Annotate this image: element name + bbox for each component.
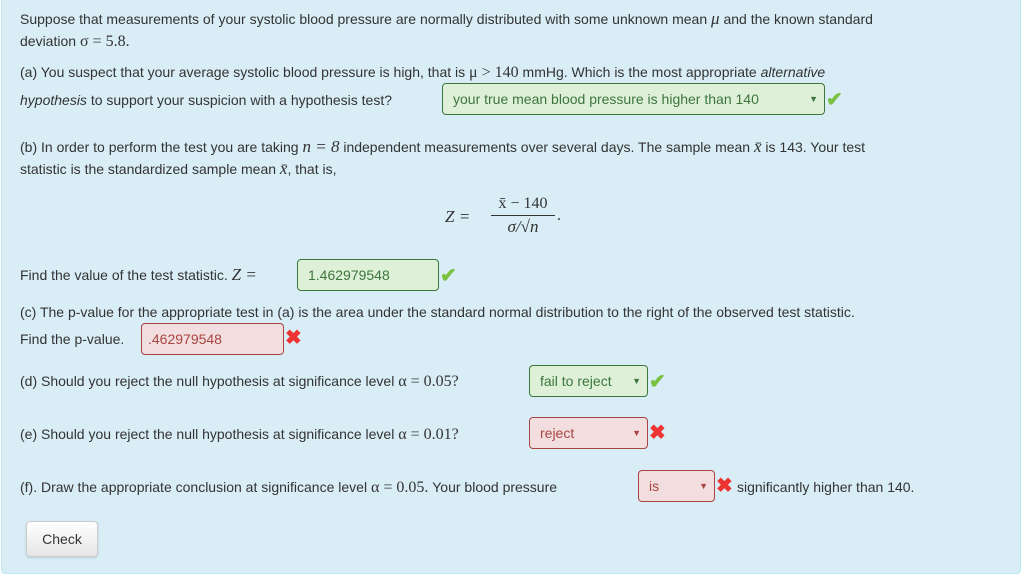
part-b-line-2: statistic is the standardized sample mea… xyxy=(20,159,336,179)
intro-line-2: deviation σ = 5.8. xyxy=(20,31,130,52)
part-e-line: (e) Should you reject the null hypothesi… xyxy=(20,424,459,445)
incorrect-x-icon: ✖ xyxy=(716,475,733,497)
part-f-text-2: Your blood pressure xyxy=(428,479,558,495)
part-c-line-2: Find the p-value. xyxy=(20,329,124,349)
p-value-input[interactable]: .462979548 xyxy=(141,323,284,355)
z-equals: Z = xyxy=(231,265,257,284)
test-statistic-input[interactable]: 1.462979548 xyxy=(297,259,439,291)
part-a-italic-2: hypothesis xyxy=(20,92,87,108)
part-a-text-3: to support your suspicion with a hypothe… xyxy=(86,92,392,108)
part-e-selected-value: reject xyxy=(540,425,575,441)
part-b-text-4: statistic is the standardized sample mea… xyxy=(20,161,280,177)
chevron-down-icon: ▼ xyxy=(809,94,818,104)
part-b-find-label: Find the value of the test statistic. xyxy=(20,267,232,283)
correct-check-icon: ✔ xyxy=(440,265,457,287)
intro-text-3: deviation xyxy=(20,33,80,49)
question-panel: Suppose that measurements of your systol… xyxy=(1,0,1021,574)
part-a-line-2: hypothesis to support your suspicion wit… xyxy=(20,90,392,110)
part-d-line: (d) Should you reject the null hypothesi… xyxy=(20,371,459,392)
part-f-line-end: significantly higher than 140. xyxy=(737,477,914,497)
correct-check-icon: ✔ xyxy=(826,89,843,111)
formula-lhs: Z = xyxy=(445,207,471,226)
part-a-italic: alternative xyxy=(760,64,826,80)
part-f-line: (f). Draw the appropriate conclusion at … xyxy=(20,477,557,498)
xbar-symbol: x̄ xyxy=(753,137,762,156)
part-b-line-1: (b) In order to perform the test you are… xyxy=(20,137,865,157)
correct-check-icon: ✔ xyxy=(649,371,666,393)
part-e-answer-select[interactable]: reject ▼ xyxy=(529,417,648,449)
check-button[interactable]: Check xyxy=(26,521,98,557)
formula-end: . xyxy=(557,207,561,224)
test-statistic-value: 1.462979548 xyxy=(308,267,390,283)
formula-denominator: σ/√n xyxy=(507,217,539,236)
incorrect-x-icon: ✖ xyxy=(285,327,302,349)
part-c-text: (c) The p-value for the appropriate test… xyxy=(20,304,855,320)
part-d-text: (d) Should you reject the null hypothesi… xyxy=(20,373,399,389)
chevron-down-icon: ▼ xyxy=(699,481,708,491)
chevron-down-icon: ▼ xyxy=(632,376,641,386)
part-d-answer-select[interactable]: fail to reject ▼ xyxy=(529,365,648,397)
part-f-selected-value: is xyxy=(649,478,660,494)
intro-line-1: Suppose that measurements of your systol… xyxy=(20,9,873,29)
part-c-line-1: (c) The p-value for the appropriate test… xyxy=(20,302,855,322)
sigma-expression: σ = 5.8. xyxy=(79,33,130,50)
part-a-selected-value: your true mean blood pressure is higher … xyxy=(453,91,759,107)
intro-text-2: and the known standard xyxy=(719,11,873,27)
part-a-math: μ > 140 xyxy=(469,64,519,81)
intro-text: Suppose that measurements of your systol… xyxy=(20,11,712,27)
part-b-text-2: independent measurements over several da… xyxy=(339,139,754,155)
part-f-text-3: significantly higher than 140. xyxy=(737,479,915,495)
part-d-selected-value: fail to reject xyxy=(540,373,612,389)
alpha-expression: α = 0.05? xyxy=(398,373,459,390)
n-expression: n = 8 xyxy=(302,137,340,156)
alpha-expression: α = 0.05. xyxy=(370,479,429,496)
formula-fraction: x̄ − 140 σ/√n xyxy=(491,194,555,238)
part-f-text: (f). Draw the appropriate conclusion at … xyxy=(20,479,371,495)
part-a-text: (a) You suspect that your average systol… xyxy=(20,64,470,80)
part-e-text: (e) Should you reject the null hypothesi… xyxy=(20,426,399,442)
mu-symbol: μ xyxy=(711,9,720,28)
part-b-text-3: is 143. Your test xyxy=(761,139,866,155)
chevron-down-icon: ▼ xyxy=(632,428,641,438)
alpha-expression: α = 0.01? xyxy=(398,426,459,443)
part-a-line-1: (a) You suspect that your average systol… xyxy=(20,62,825,83)
p-value-value: .462979548 xyxy=(148,331,222,347)
part-c-find-label: Find the p-value. xyxy=(20,331,125,347)
part-b-text: (b) In order to perform the test you are… xyxy=(20,139,303,155)
formula-numerator: x̄ − 140 xyxy=(491,194,555,216)
part-a-text-2: mmHg. Which is the most appropriate xyxy=(518,64,761,80)
part-b-text-5: , that is, xyxy=(287,161,337,177)
part-b-find-line: Find the value of the test statistic. Z … xyxy=(20,265,257,285)
part-a-answer-select[interactable]: your true mean blood pressure is higher … xyxy=(442,83,825,115)
part-f-answer-select[interactable]: is ▼ xyxy=(638,470,715,502)
incorrect-x-icon: ✖ xyxy=(649,422,666,444)
